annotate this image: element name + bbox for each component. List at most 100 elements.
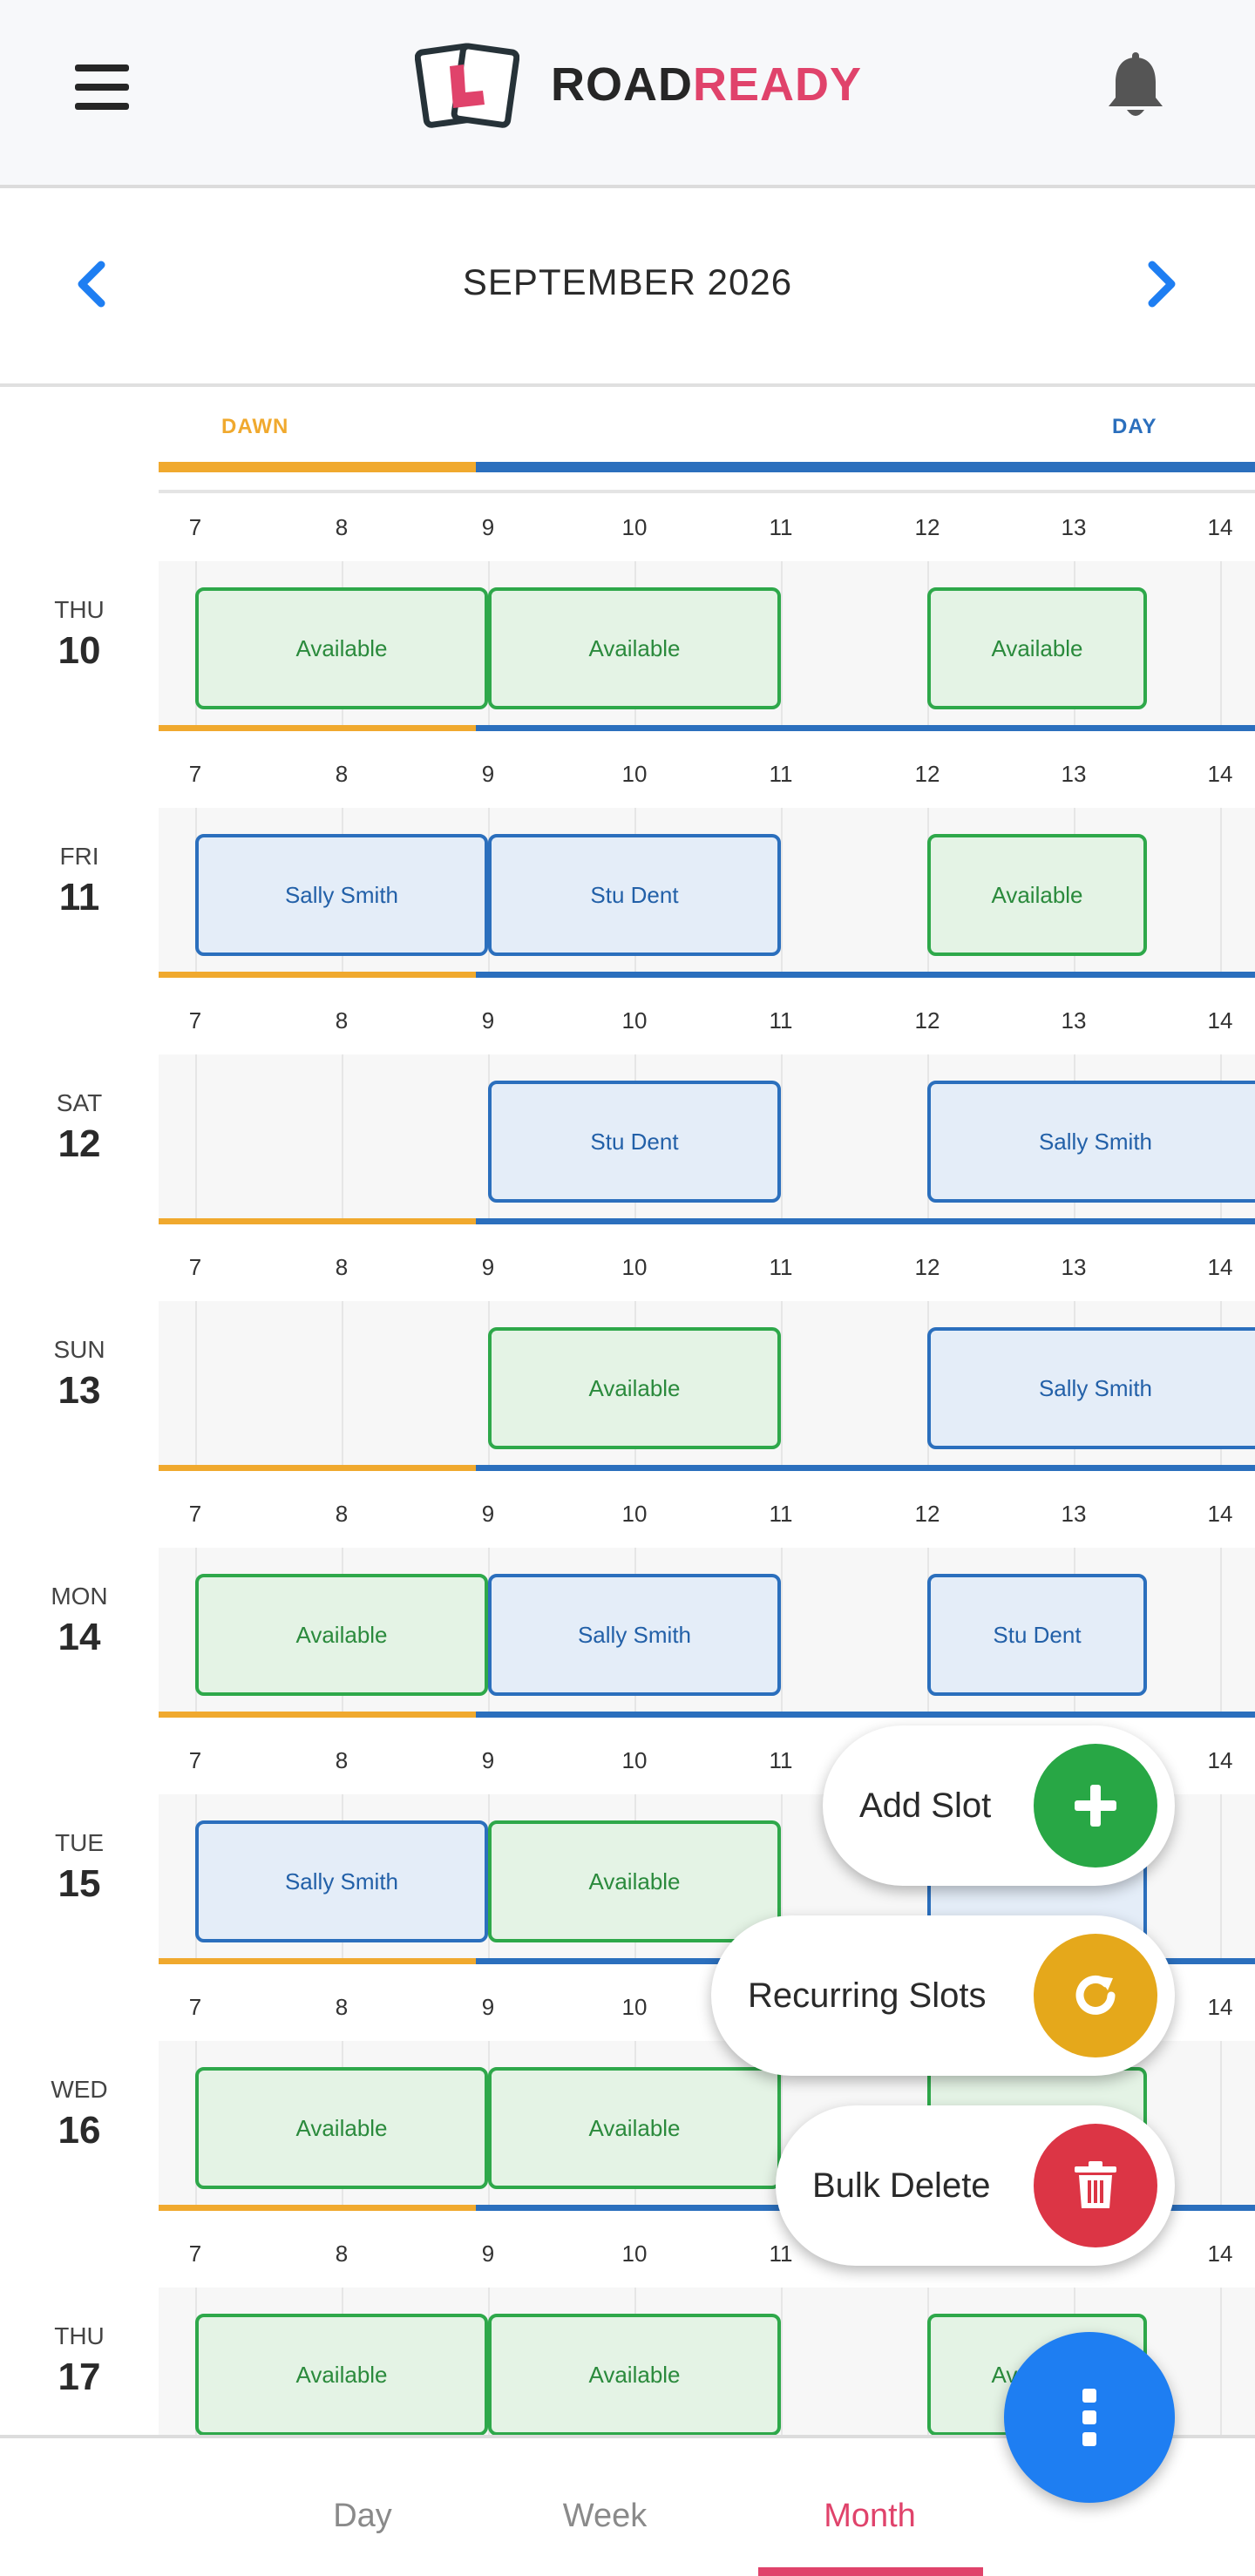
available-slot[interactable]: Available — [488, 1820, 781, 1942]
hour-tick: 9 — [481, 1501, 495, 1527]
hour-tick: 7 — [188, 514, 202, 540]
available-slot[interactable]: Available — [488, 2067, 781, 2189]
available-slot[interactable]: Available — [195, 2067, 488, 2189]
hour-tick: 9 — [481, 1254, 495, 1280]
hour-tick: 9 — [481, 761, 495, 787]
app-root: ROADREADY SEPTEMBER 2026 DAWN DAY 7 8 9 10 1… — [0, 0, 1255, 2576]
day-of-week: WED — [51, 2076, 108, 2103]
brand-wordmark: ROADREADY — [551, 58, 862, 112]
hour-tick: 11 — [769, 1254, 793, 1280]
recurring-slots-action[interactable]: Recurring Slots — [711, 1915, 1175, 2076]
trash-icon[interactable] — [1034, 2124, 1157, 2247]
booked-slot[interactable]: Sally Smith — [195, 834, 488, 956]
hamburger-icon[interactable] — [75, 64, 129, 110]
available-slot[interactable]: Available — [927, 834, 1147, 956]
hour-tick: 14 — [1207, 761, 1233, 787]
available-slot[interactable]: Available — [488, 2314, 781, 2436]
hour-tick: 8 — [335, 1994, 349, 2020]
hour-tick: 14 — [1207, 1994, 1233, 2020]
hour-tick: 14 — [1207, 1007, 1233, 1034]
add-slot-action[interactable]: Add Slot — [823, 1725, 1175, 1886]
hour-gridline — [342, 1301, 343, 1465]
hour-tick: 11 — [769, 1747, 793, 1773]
plus-icon[interactable] — [1034, 1744, 1157, 1868]
hour-gridline — [781, 1054, 783, 1218]
hour-gridline — [1220, 2288, 1222, 2451]
day-track[interactable]: Sally Smith Stu Dent Available — [159, 808, 1255, 978]
hour-tick: 12 — [914, 514, 940, 540]
hour-tick: 10 — [621, 1254, 648, 1280]
booked-slot[interactable]: Stu Dent — [927, 1574, 1147, 1696]
day-of-week: TUE — [55, 1829, 104, 1856]
day-number: 15 — [58, 1862, 101, 1905]
hour-tick: 10 — [621, 1994, 648, 2020]
day-strip — [476, 1218, 1255, 1224]
booked-slot[interactable]: Stu Dent — [488, 834, 781, 956]
refresh-icon[interactable] — [1034, 1934, 1157, 2057]
available-slot[interactable]: Available — [195, 2314, 488, 2436]
hour-tick: 14 — [1207, 514, 1233, 540]
add-slot-label: Add Slot — [859, 1786, 992, 1825]
day-of-week: SAT — [56, 1089, 103, 1116]
hour-tick: 14 — [1207, 1501, 1233, 1527]
hour-tick: 8 — [335, 514, 349, 540]
tab-month[interactable]: Month — [824, 2498, 916, 2535]
bell-icon[interactable] — [1105, 51, 1166, 120]
more-vertical-icon[interactable] — [1004, 2332, 1175, 2503]
tab-week[interactable]: Week — [563, 2498, 647, 2535]
dawn-bar — [159, 462, 476, 472]
day-row: 7 8 9 10 11 12 13 14 Stu Dent Sally Smith SAT 12 — [0, 1007, 1255, 1254]
active-tab-indicator — [758, 2567, 983, 2576]
available-slot[interactable]: Available — [195, 587, 488, 709]
hour-tick: 10 — [621, 1747, 648, 1773]
booked-slot[interactable]: Stu Dent — [488, 1081, 781, 1203]
day-row: 7891011121314AvailableAvailableAvailable… — [0, 514, 1255, 761]
available-slot[interactable]: Available — [488, 1327, 781, 1449]
day-of-week: THU — [54, 596, 105, 623]
hour-gridline — [342, 1054, 343, 1218]
month-title: SEPTEMBER 2026 — [462, 261, 793, 302]
day-track[interactable]: Stu Dent Sally Smith — [159, 1054, 1255, 1224]
hour-tick: 10 — [621, 2240, 648, 2267]
bulk-delete-label: Bulk Delete — [812, 2166, 991, 2205]
hour-tick: 10 — [621, 514, 648, 540]
hour-tick: 10 — [621, 761, 648, 787]
hour-tick: 8 — [335, 1747, 349, 1773]
day-number: 13 — [58, 1369, 101, 1412]
dawn-strip — [159, 1712, 476, 1718]
day-track[interactable]: AvailableAvailableAvailable — [159, 561, 1255, 731]
booked-slot[interactable]: Sally Smith — [195, 1820, 488, 1942]
booked-slot[interactable]: Sally Smith — [927, 1081, 1255, 1203]
available-slot[interactable]: Available — [195, 1574, 488, 1696]
hour-tick: 9 — [481, 1007, 495, 1034]
day-number: 16 — [58, 2109, 101, 2152]
hour-gridline — [781, 1548, 783, 1712]
brand-ready: READY — [693, 58, 863, 111]
available-slot[interactable]: Available — [927, 587, 1147, 709]
day-track[interactable]: Available Sally Smith — [159, 1301, 1255, 1471]
day-track[interactable]: Available Sally Smith Stu Dent — [159, 1548, 1255, 1718]
brand-road: ROAD — [551, 58, 693, 111]
day-number: 14 — [58, 1616, 101, 1658]
day-number: 12 — [58, 1122, 101, 1165]
day-of-week: FRI — [59, 843, 99, 870]
hour-tick: 14 — [1207, 1254, 1233, 1280]
tab-day[interactable]: Day — [333, 2498, 392, 2535]
day-strip — [476, 972, 1255, 978]
day-bar — [476, 462, 1255, 472]
dawn-strip — [159, 1465, 476, 1471]
day-number: 10 — [58, 629, 101, 672]
bulk-delete-action[interactable]: Bulk Delete — [776, 2105, 1175, 2266]
available-slot[interactable]: Available — [488, 587, 781, 709]
hour-gridline — [1220, 808, 1222, 972]
hour-tick: 9 — [481, 1747, 495, 1773]
hour-tick: 13 — [1061, 761, 1087, 787]
booked-slot[interactable]: Sally Smith — [488, 1574, 781, 1696]
hour-tick: 11 — [769, 1501, 793, 1527]
hour-gridline — [1220, 2041, 1222, 2205]
booked-slot[interactable]: Sally Smith — [927, 1327, 1255, 1449]
hour-tick: 11 — [769, 514, 793, 540]
hour-tick: 8 — [335, 1007, 349, 1034]
chevron-right-icon[interactable] — [1145, 258, 1180, 310]
hour-gridline — [781, 1301, 783, 1465]
